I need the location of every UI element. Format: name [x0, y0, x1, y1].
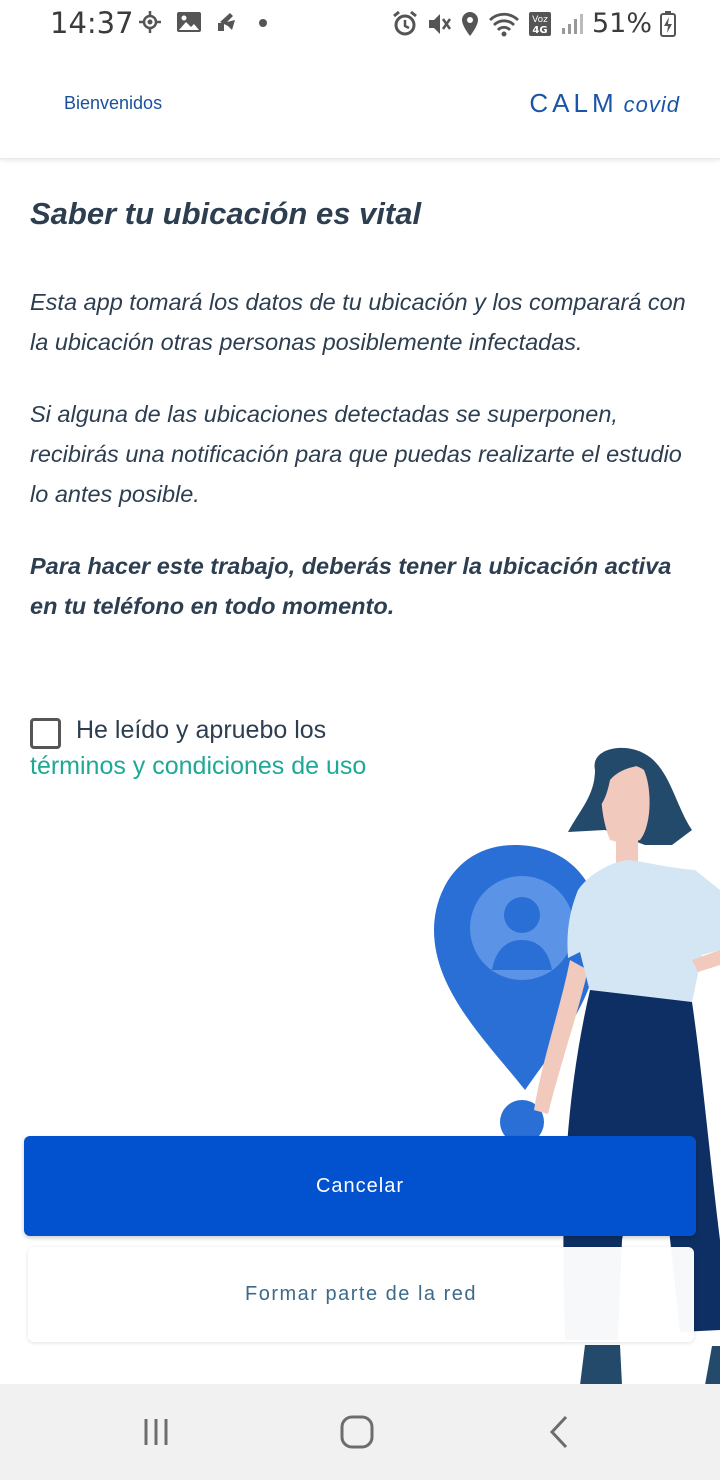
back-icon[interactable] — [529, 1412, 589, 1452]
status-time: 14:37 — [50, 6, 134, 40]
cancel-button[interactable]: Cancelar — [24, 1136, 696, 1236]
system-nav-bar — [0, 1384, 720, 1480]
signal-icon — [560, 10, 584, 38]
main-content: Saber tu ubicación es vital Esta app tom… — [30, 190, 690, 658]
volte-icon: Voz 4G — [528, 10, 552, 38]
join-network-button[interactable]: Formar parte de la red — [28, 1247, 694, 1342]
paragraph-intro: Esta app tomará los datos de tu ubicació… — [30, 289, 686, 355]
gallery-icon — [176, 10, 202, 34]
dot-icon — [256, 10, 270, 34]
status-bar: 14:37 Voz 4G 51% — [0, 0, 720, 50]
paragraph-requirement: Para hacer este trabajo, deberás tener l… — [30, 553, 672, 619]
location-icon — [138, 10, 162, 34]
brand-main: CALM — [529, 88, 618, 118]
wifi-icon — [488, 10, 520, 38]
svg-text:Voz: Voz — [532, 15, 548, 25]
app-header: Bienvenidos CALM covid — [0, 50, 720, 159]
paragraph-notification: Si alguna de las ubicaciones detectadas … — [30, 401, 682, 507]
svg-text:4G: 4G — [532, 25, 547, 36]
recent-apps-icon[interactable] — [126, 1412, 186, 1452]
location-pin-icon — [460, 10, 480, 38]
terms-checkbox[interactable] — [30, 718, 61, 749]
back-link[interactable]: Bienvenidos — [64, 93, 162, 114]
home-icon[interactable] — [327, 1412, 387, 1452]
brand-logo: CALM covid — [529, 88, 680, 119]
terms-link[interactable]: términos y condiciones de uso — [30, 752, 366, 781]
terms-text: He leído y apruebo los — [76, 716, 327, 744]
alarm-icon — [392, 10, 418, 38]
page-title: Saber tu ubicación es vital — [30, 196, 422, 231]
brand-sub: covid — [623, 92, 680, 117]
battery-percent: 51% — [591, 8, 652, 39]
battery-icon — [660, 10, 676, 38]
mute-icon — [426, 10, 452, 38]
app-icon — [216, 10, 242, 34]
